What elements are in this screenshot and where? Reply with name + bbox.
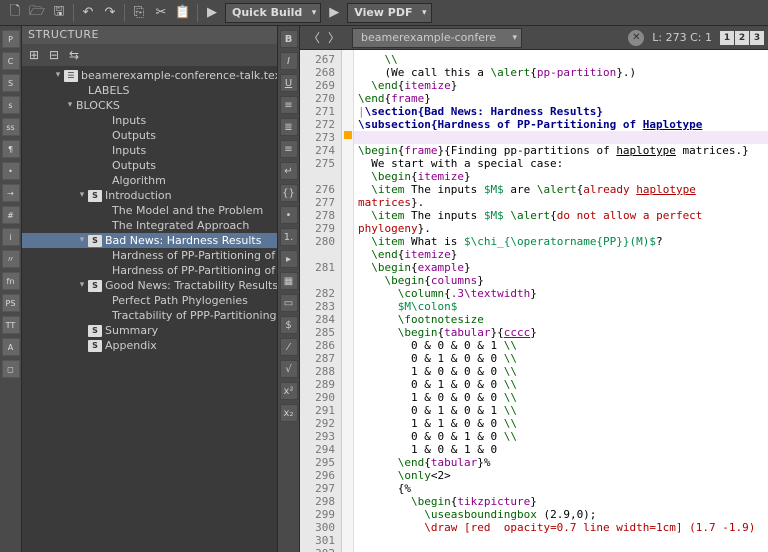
structure-tree[interactable]: ▾☰beamerexample-conference-talk.texLABEL…	[22, 66, 277, 552]
env-icon[interactable]: {}	[280, 184, 298, 202]
tree-row[interactable]: Outputs	[22, 128, 277, 143]
nav-back-icon[interactable]: 〈	[304, 28, 324, 48]
frac-icon[interactable]: ⁄	[280, 338, 298, 356]
struct-sync-icon[interactable]: ⇆	[64, 46, 84, 64]
bold-icon[interactable]: B	[280, 30, 298, 48]
code-editor[interactable]: \\ (We call this a \alert{pp-partition}.…	[354, 50, 768, 552]
struct-expand-icon[interactable]: ⊞	[24, 46, 44, 64]
label-icon[interactable]: •	[2, 162, 20, 180]
editor-tab-bar: 〈 〉 beamerexample-confere ✕ L: 273 C: 1 …	[300, 26, 768, 50]
view-run-icon[interactable]: ▶	[323, 2, 345, 24]
view-combo[interactable]: View PDF	[347, 3, 431, 23]
tree-row[interactable]: Hardness of PP-Partitioning of Genotyp	[22, 263, 277, 278]
paste-icon[interactable]: 📋	[172, 2, 194, 24]
editor-area: 〈 〉 beamerexample-confere ✕ L: 273 C: 1 …	[300, 26, 768, 552]
figure-icon[interactable]: ▭	[280, 294, 298, 312]
tt-icon[interactable]: TT	[2, 316, 20, 334]
italic-icon[interactable]: I	[280, 52, 298, 70]
tree-row[interactable]: Perfect Path Phylogenies	[22, 293, 277, 308]
tree-row[interactable]: Inputs	[22, 113, 277, 128]
right-align-icon[interactable]: ≡	[280, 140, 298, 158]
tree-row[interactable]: The Model and the Problem	[22, 203, 277, 218]
section-icon[interactable]: S	[2, 74, 20, 92]
sqrt-icon[interactable]: √	[280, 360, 298, 378]
paragraph-icon[interactable]: ¶	[2, 140, 20, 158]
editor-body: 267 268 269 270 271 272 273 274 275 276 …	[300, 50, 768, 552]
undo-icon[interactable]: ↶	[77, 2, 99, 24]
copy-icon[interactable]: ⎘	[128, 2, 150, 24]
underline-icon[interactable]: U	[280, 74, 298, 92]
new-file-icon[interactable]: 🗋	[4, 2, 26, 24]
item-icon[interactable]: ▸	[280, 250, 298, 268]
tree-row[interactable]: Algorithm	[22, 173, 277, 188]
ref-icon[interactable]: ⇢	[2, 184, 20, 202]
tree-row[interactable]: The Integrated Approach	[22, 218, 277, 233]
close-tab-icon[interactable]: ✕	[628, 30, 644, 46]
tree-row[interactable]: Outputs	[22, 158, 277, 173]
subsection-icon[interactable]: s	[2, 96, 20, 114]
save-icon[interactable]: 🖫	[48, 2, 70, 24]
structure-title: STRUCTURE	[22, 26, 277, 44]
tree-row[interactable]: ▾SIntroduction	[22, 188, 277, 203]
build-run-icon[interactable]: ▶	[201, 2, 223, 24]
open-file-icon[interactable]: 🗁	[26, 2, 48, 24]
tree-row[interactable]: SAppendix	[22, 338, 277, 353]
open-file-combo[interactable]: beamerexample-confere	[352, 28, 522, 48]
build-combo[interactable]: Quick Build	[225, 3, 321, 23]
tree-row[interactable]: ▾SBad News: Hardness Results	[22, 233, 277, 248]
redo-icon[interactable]: ↷	[99, 2, 121, 24]
index-icon[interactable]: i	[2, 228, 20, 246]
structure-toolbar: ⊞ ⊟ ⇆	[22, 44, 277, 66]
main-toolbar: 🗋 🗁 🖫 ↶ ↷ ⎘ ✂ 📋 ▶ Quick Build ▶ View PDF	[0, 0, 768, 26]
tree-row[interactable]: Tractability of PPP-Partitioning of Genc	[22, 308, 277, 323]
split-2[interactable]: 2	[735, 31, 749, 45]
misc-icon[interactable]: ◻	[2, 360, 20, 378]
left-icon-bar: P C S s ss ¶ • ⇢ # i 〃 fn PS TT A ◻	[0, 26, 22, 552]
table-icon[interactable]: ▦	[280, 272, 298, 290]
cite-icon[interactable]: 〃	[2, 250, 20, 268]
tree-row[interactable]: ▾SGood News: Tractability Results	[22, 278, 277, 293]
structure-panel: STRUCTURE ⊞ ⊟ ⇆ ▾☰beamerexample-conferen…	[22, 26, 278, 552]
sup-icon[interactable]: x²	[280, 382, 298, 400]
ps-icon[interactable]: PS	[2, 294, 20, 312]
newline-icon[interactable]: ↵	[280, 162, 298, 180]
a-icon[interactable]: A	[2, 338, 20, 356]
center-icon[interactable]: ≣	[280, 118, 298, 136]
bookmark-gutter	[342, 50, 354, 552]
tree-row[interactable]: LABELS	[22, 83, 277, 98]
tree-row[interactable]: SSummary	[22, 323, 277, 338]
pageref-icon[interactable]: #	[2, 206, 20, 224]
sub-icon[interactable]: x₂	[280, 404, 298, 422]
split-3[interactable]: 3	[750, 31, 764, 45]
tree-row[interactable]: ▾BLOCKS	[22, 98, 277, 113]
split-1[interactable]: 1	[720, 31, 734, 45]
tree-row[interactable]: Inputs	[22, 143, 277, 158]
struct-collapse-icon[interactable]: ⊟	[44, 46, 64, 64]
chapter-icon[interactable]: C	[2, 52, 20, 70]
nav-fwd-icon[interactable]: 〉	[324, 28, 344, 48]
enumerate-icon[interactable]: 1.	[280, 228, 298, 246]
tree-row[interactable]: Hardness of PP-Partitioning of Haploty	[22, 248, 277, 263]
tree-row[interactable]: ▾☰beamerexample-conference-talk.tex	[22, 68, 277, 83]
cursor-position: L: 273 C: 1	[652, 31, 712, 44]
math-icon[interactable]: $	[280, 316, 298, 334]
left-align-icon[interactable]: ≡	[280, 96, 298, 114]
footnote-icon[interactable]: fn	[2, 272, 20, 290]
part-icon[interactable]: P	[2, 30, 20, 48]
editor-icon-bar: B I U ≡ ≣ ≡ ↵ {} • 1. ▸ ▦ ▭ $ ⁄ √ x² x₂	[278, 26, 300, 552]
subsub-icon[interactable]: ss	[2, 118, 20, 136]
split-view-buttons: 1 2 3	[720, 31, 764, 45]
itemize-icon[interactable]: •	[280, 206, 298, 224]
cut-icon[interactable]: ✂	[150, 2, 172, 24]
line-number-gutter: 267 268 269 270 271 272 273 274 275 276 …	[300, 50, 342, 552]
